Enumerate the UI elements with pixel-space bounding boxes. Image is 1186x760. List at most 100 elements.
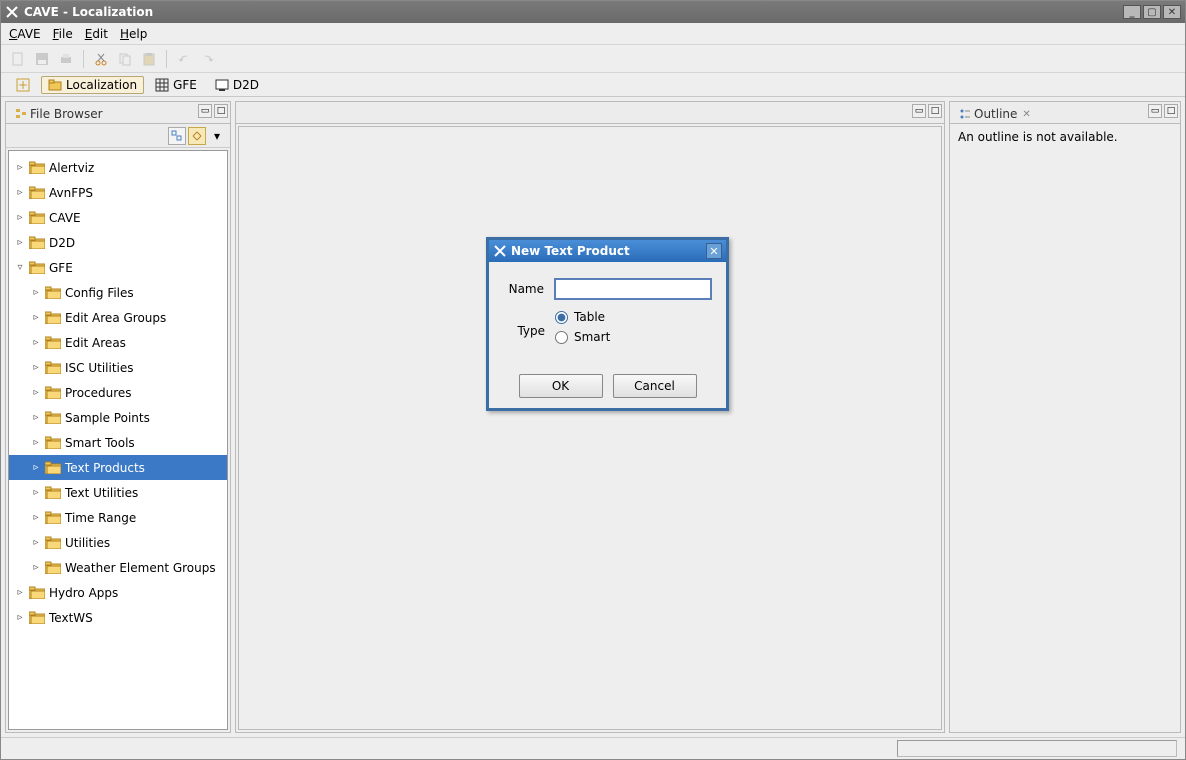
minimize-view-button[interactable]: ▭ [1148, 104, 1162, 118]
menu-file[interactable]: File [53, 27, 73, 41]
expand-arrow-icon[interactable]: ▹ [31, 287, 41, 298]
expand-arrow-icon[interactable]: ▹ [15, 187, 25, 198]
close-button[interactable]: ✕ [1163, 5, 1181, 19]
tree-item-selected[interactable]: ▹Text Products [9, 455, 227, 480]
window-title: CAVE - Localization [24, 5, 153, 19]
folder-icon [45, 336, 61, 349]
tree-item-label: Time Range [65, 511, 136, 525]
tree-item[interactable]: ▹Alertviz [9, 155, 227, 180]
radio-smart-input[interactable] [555, 331, 568, 344]
menu-help[interactable]: Help [120, 27, 147, 41]
tree-item-label: Text Utilities [65, 486, 138, 500]
cut-icon[interactable] [92, 50, 110, 68]
expand-arrow-icon[interactable]: ▹ [15, 212, 25, 223]
folder-icon [45, 561, 61, 574]
tree-item[interactable]: ▹Hydro Apps [9, 580, 227, 605]
file-browser-tree-container: ▹Alertviz▹AvnFPS▹CAVE▹D2D▿GFE▹Config Fil… [8, 150, 228, 730]
tree-item-label: Sample Points [65, 411, 150, 425]
expand-arrow-icon[interactable]: ▹ [31, 462, 41, 473]
tree-item[interactable]: ▹Weather Element Groups [9, 555, 227, 580]
expand-arrow-icon[interactable]: ▹ [15, 587, 25, 598]
tree-item-label: Smart Tools [65, 436, 135, 450]
minimize-view-button[interactable]: ▭ [198, 104, 212, 118]
perspective-d2d[interactable]: D2D [208, 76, 266, 94]
maximize-button[interactable]: ▢ [1143, 5, 1161, 19]
folder-icon [45, 536, 61, 549]
expand-arrow-icon[interactable]: ▹ [15, 162, 25, 173]
undo-icon[interactable] [175, 50, 193, 68]
ok-button[interactable]: OK [519, 374, 603, 398]
tree-item[interactable]: ▹ Time Range [9, 505, 227, 530]
collapse-all-button[interactable] [168, 127, 186, 145]
tree-item-label: Procedures [65, 386, 132, 400]
perspective-label: GFE [173, 78, 197, 92]
tree-item-label: TextWS [49, 611, 93, 625]
tree-item[interactable]: ▹ Smart Tools [9, 430, 227, 455]
titlebar: CAVE - Localization _ ▢ ✕ [1, 1, 1185, 23]
minimize-button[interactable]: _ [1123, 5, 1141, 19]
view-menu-button[interactable]: ▾ [208, 127, 226, 145]
expand-arrow-icon[interactable]: ▹ [31, 312, 41, 323]
tree-item[interactable]: ▹ CAVE [9, 205, 227, 230]
perspective-localization[interactable]: Localization [41, 76, 144, 94]
cancel-button[interactable]: Cancel [613, 374, 697, 398]
dialog-close-button[interactable]: ✕ [706, 243, 722, 259]
folder-icon [45, 436, 61, 449]
tree-item[interactable]: ▹ Text Utilities [9, 480, 227, 505]
tree-item[interactable]: ▿GFE [9, 255, 227, 280]
expand-arrow-icon[interactable]: ▹ [31, 562, 41, 573]
perspective-gfe[interactable]: GFE [148, 76, 204, 94]
paste-icon[interactable] [140, 50, 158, 68]
file-browser-tree[interactable]: ▹Alertviz▹AvnFPS▹CAVE▹D2D▿GFE▹Config Fil… [9, 151, 227, 634]
radio-table-input[interactable] [555, 311, 568, 324]
tree-item[interactable]: ▹ Sample Points [9, 405, 227, 430]
tree-item[interactable]: ▹Config Files [9, 280, 227, 305]
app-icon [5, 5, 19, 19]
expand-arrow-icon[interactable]: ▹ [31, 437, 41, 448]
print-icon[interactable] [57, 50, 75, 68]
maximize-view-button[interactable]: □ [928, 104, 942, 118]
tree-item[interactable]: ▹ Procedures [9, 380, 227, 405]
tree-item[interactable]: ▹Edit Area Groups [9, 305, 227, 330]
name-input[interactable] [554, 278, 712, 300]
redo-icon[interactable] [199, 50, 217, 68]
radio-smart[interactable]: Smart [555, 330, 610, 344]
tree-item-label: ISC Utilities [65, 361, 134, 375]
expand-arrow-icon[interactable]: ▹ [31, 387, 41, 398]
tree-item[interactable]: ▹Edit Areas [9, 330, 227, 355]
outline-tab-label: Outline [974, 107, 1017, 121]
tree-item-label: CAVE [49, 211, 81, 225]
expand-arrow-icon[interactable]: ▹ [31, 362, 41, 373]
tree-item[interactable]: ▹D2D [9, 230, 227, 255]
expand-arrow-icon[interactable]: ▹ [31, 512, 41, 523]
tree-item[interactable]: ▹Utilities [9, 530, 227, 555]
new-icon[interactable] [9, 50, 27, 68]
save-icon[interactable] [33, 50, 51, 68]
type-radio-group: Table Smart [555, 310, 610, 344]
maximize-view-button[interactable]: □ [214, 104, 228, 118]
link-editor-button[interactable] [188, 127, 206, 145]
outline-tab[interactable]: Outline ✕ [952, 104, 1038, 123]
expand-arrow-icon[interactable]: ▿ [15, 262, 25, 273]
tree-item[interactable]: ▹ TextWS [9, 605, 227, 630]
file-browser-panel: File Browser ▭ □ ▾ ▹Alertviz▹AvnFPS▹CAVE… [5, 101, 231, 733]
file-browser-tab[interactable]: File Browser [8, 104, 110, 123]
tree-item[interactable]: ▹ ISC Utilities [9, 355, 227, 380]
menu-edit[interactable]: Edit [85, 27, 108, 41]
folder-icon [29, 236, 45, 249]
menu-cave[interactable]: CAVE [9, 27, 41, 41]
open-perspective-button[interactable]: + [9, 76, 37, 94]
maximize-view-button[interactable]: □ [1164, 104, 1178, 118]
perspective-bar: + Localization GFE D2D [1, 73, 1185, 97]
expand-arrow-icon[interactable]: ▹ [31, 337, 41, 348]
minimize-view-button[interactable]: ▭ [912, 104, 926, 118]
expand-arrow-icon[interactable]: ▹ [15, 237, 25, 248]
close-icon[interactable]: ✕ [1022, 109, 1030, 120]
expand-arrow-icon[interactable]: ▹ [15, 612, 25, 623]
expand-arrow-icon[interactable]: ▹ [31, 412, 41, 423]
radio-table[interactable]: Table [555, 310, 610, 324]
expand-arrow-icon[interactable]: ▹ [31, 537, 41, 548]
tree-item[interactable]: ▹AvnFPS [9, 180, 227, 205]
expand-arrow-icon[interactable]: ▹ [31, 487, 41, 498]
copy-icon[interactable] [116, 50, 134, 68]
